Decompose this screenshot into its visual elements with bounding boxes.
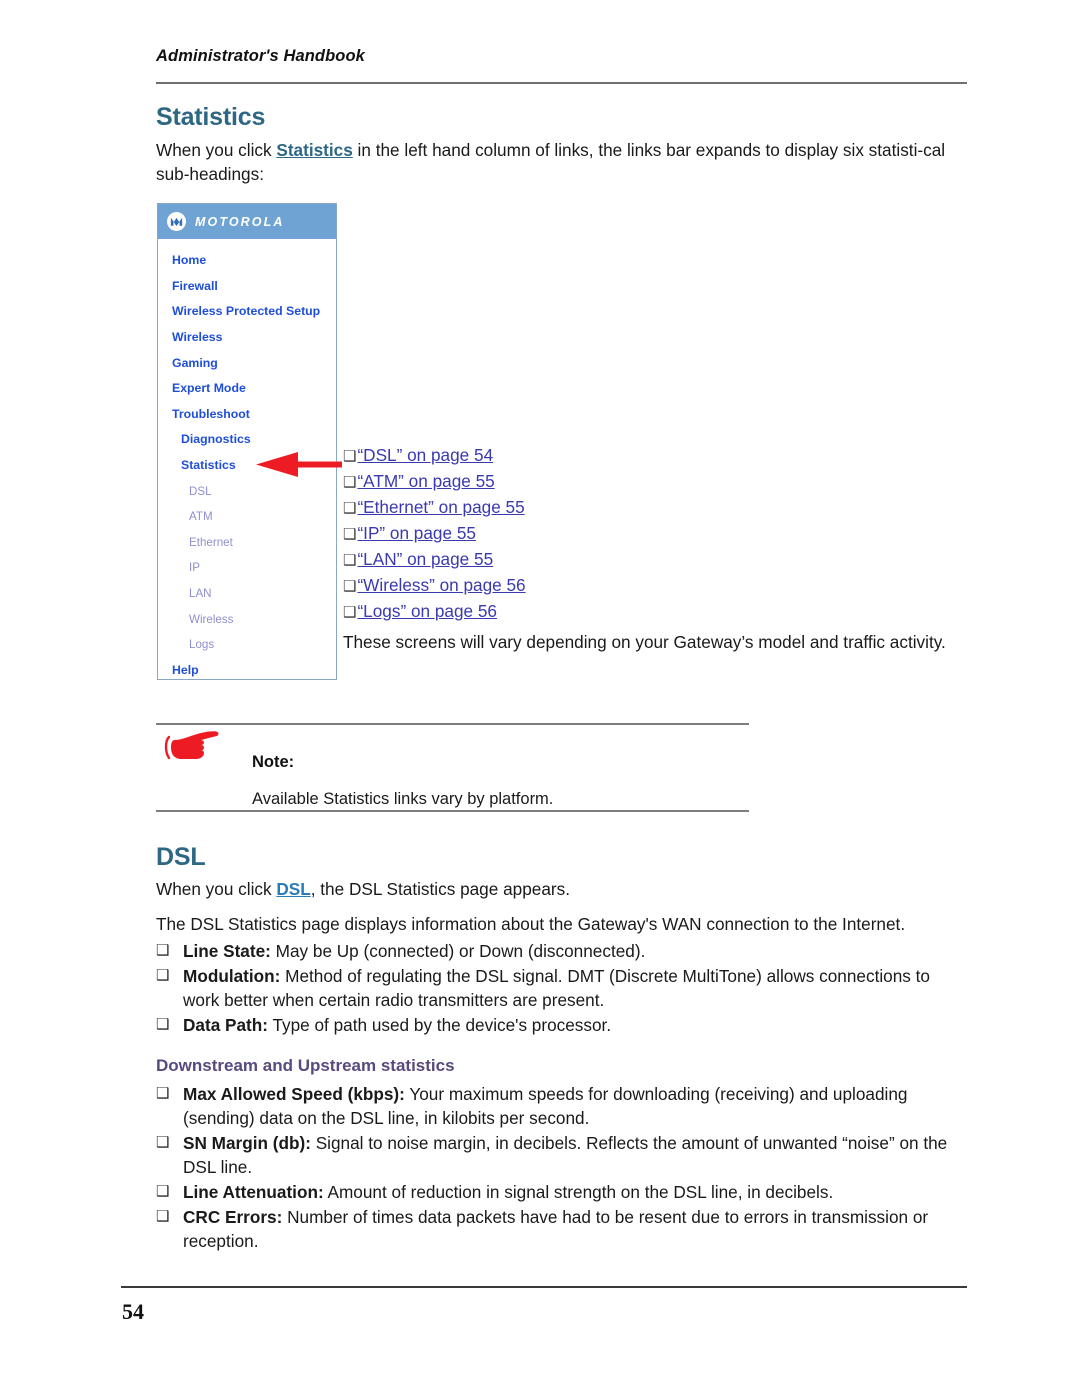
nav-item-home[interactable]: Home (158, 248, 336, 274)
bullet-item-data-path: ❑ Data Path: Type of path used by the dev… (156, 1013, 971, 1037)
bullet-term: Line State: (183, 941, 271, 961)
nav-item-expert-mode[interactable]: Expert Mode (158, 376, 336, 402)
dsl-para1-after: , the DSL Statistics page appears. (310, 879, 570, 899)
square-bullet-icon: ❑ (156, 967, 170, 984)
dsl-para1-before: When you click (156, 879, 277, 899)
nav-item-dsl[interactable]: DSL (158, 478, 336, 504)
square-bullet-icon: ❑ (156, 1016, 170, 1033)
bullet-term: Data Path: (183, 1015, 268, 1035)
downstream-upstream-bullet-list: ❑ Max Allowed Speed (kbps): Your maximum … (156, 1082, 971, 1254)
nav-item-atm[interactable]: ATM (158, 504, 336, 530)
square-bullet-icon: ❑ (156, 942, 170, 959)
square-bullet-icon: ❑ (343, 604, 357, 621)
bullet-item-line-state: ❑ Line State: May be Up (connected) or Do… (156, 939, 971, 963)
xref-item[interactable]: ❑“IP” on page 55 (343, 521, 526, 547)
square-bullet-icon: ❑ (343, 552, 357, 569)
nav-item-wireless[interactable]: Wireless (158, 325, 336, 351)
square-bullet-icon: ❑ (156, 1134, 170, 1151)
square-bullet-icon: ❑ (343, 448, 357, 465)
nav-item-wireless-stats[interactable]: Wireless (158, 606, 336, 632)
xref-link-logs[interactable]: “Logs” on page 56 (357, 601, 497, 621)
note-body-text: Available Statistics links vary by platf… (252, 790, 554, 808)
xref-link-wireless[interactable]: “Wireless” on page 56 (357, 575, 525, 595)
nav-item-logs[interactable]: Logs (158, 632, 336, 658)
bullet-text: May be Up (connected) or Down (disconnec… (270, 941, 646, 961)
document-page: Administrator's Handbook Statistics When… (0, 0, 1080, 1397)
statistics-inline-link[interactable]: Statistics (276, 140, 352, 160)
nav-item-troubleshoot[interactable]: Troubleshoot (158, 402, 336, 428)
subsection-heading-downstream-upstream: Downstream and Upstream statistics (156, 1056, 455, 1075)
xref-link-ethernet[interactable]: “Ethernet” on page 55 (357, 497, 524, 517)
dsl-bullet-list: ❑ Line State: May be Up (connected) or Do… (156, 939, 971, 1038)
dsl-paragraph-1: When you click DSL, the DSL Statistics p… (156, 877, 971, 901)
dsl-inline-link[interactable]: DSL (276, 879, 310, 899)
bullet-term: Modulation: (183, 966, 281, 986)
bullet-item-sn-margin: ❑ SN Margin (db): Signal to noise margin,… (156, 1131, 971, 1179)
bullet-text: Type of path used by the device's proces… (268, 1015, 612, 1035)
bullet-item-line-attenuation: ❑ Line Attenuation: Amount of reduction i… (156, 1180, 971, 1204)
xref-link-dsl[interactable]: “DSL” on page 54 (357, 445, 493, 465)
xref-link-atm[interactable]: “ATM” on page 55 (357, 471, 494, 491)
square-bullet-icon: ❑ (343, 526, 357, 543)
dsl-paragraph-2: The DSL Statistics page displays informa… (156, 914, 906, 934)
xref-item[interactable]: ❑“Ethernet” on page 55 (343, 495, 526, 521)
nav-item-ethernet[interactable]: Ethernet (158, 530, 336, 556)
note-divider-bottom (156, 810, 749, 812)
xref-link-ip[interactable]: “IP” on page 55 (357, 523, 475, 543)
bullet-term: CRC Errors: (183, 1207, 283, 1227)
nav-item-diagnostics[interactable]: Diagnostics (158, 427, 336, 453)
nav-item-lan[interactable]: LAN (158, 581, 336, 607)
footer-divider (121, 1286, 967, 1288)
nav-item-firewall[interactable]: Firewall (158, 274, 336, 300)
bullet-item-modulation: ❑ Modulation: Method of regulating the DS… (156, 964, 971, 1012)
nav-item-wireless-protected-setup[interactable]: Wireless Protected Setup (158, 299, 336, 325)
bullet-text: Amount of reduction in signal strength o… (323, 1182, 834, 1202)
motorola-nav-panel-screenshot: MOTOROLA Home Firewall Wireless Protecte… (157, 203, 337, 680)
page-number: 54 (122, 1299, 144, 1324)
note-divider-top (156, 723, 749, 725)
statistics-closing-paragraph: These screens will vary depending on you… (343, 632, 946, 652)
xref-item[interactable]: ❑“DSL” on page 54 (343, 443, 526, 469)
bullet-term: Max Allowed Speed (kbps): (183, 1084, 405, 1104)
square-bullet-icon: ❑ (156, 1208, 170, 1225)
motorola-batwing-icon (167, 212, 186, 231)
red-annotation-arrow-icon (256, 452, 342, 478)
square-bullet-icon: ❑ (343, 474, 357, 491)
cross-reference-list: ❑“DSL” on page 54 ❑“ATM” on page 55 ❑“Et… (343, 443, 526, 625)
pointing-hand-icon (163, 728, 221, 764)
square-bullet-icon: ❑ (156, 1085, 170, 1102)
xref-item[interactable]: ❑“ATM” on page 55 (343, 469, 526, 495)
nav-item-ip[interactable]: IP (158, 555, 336, 581)
motorola-wordmark: MOTOROLA (195, 214, 285, 229)
bullet-item-max-allowed-speed: ❑ Max Allowed Speed (kbps): Your maximum … (156, 1082, 971, 1130)
square-bullet-icon: ❑ (343, 500, 357, 517)
nav-item-help[interactable]: Help (158, 658, 336, 684)
square-bullet-icon: ❑ (156, 1183, 170, 1200)
running-header: Administrator's Handbook (156, 47, 365, 65)
section-heading-statistics: Statistics (156, 103, 266, 131)
bullet-item-crc-errors: ❑ CRC Errors: Number of times data packet… (156, 1205, 971, 1253)
bullet-text: Method of regulating the DSL signal. DMT… (183, 966, 930, 1010)
xref-item[interactable]: ❑“Logs” on page 56 (343, 599, 526, 625)
bullet-term: Line Attenuation: (183, 1182, 324, 1202)
section-heading-dsl: DSL (156, 843, 206, 871)
xref-item[interactable]: ❑“LAN” on page 55 (343, 547, 526, 573)
motorola-logo-bar: MOTOROLA (158, 204, 336, 239)
square-bullet-icon: ❑ (343, 578, 357, 595)
bullet-text: Number of times data packets have had to… (183, 1207, 929, 1251)
statistics-intro-paragraph: When you click Statistics in the left ha… (156, 138, 971, 186)
note-label: Note: (252, 753, 295, 771)
xref-item[interactable]: ❑“Wireless” on page 56 (343, 573, 526, 599)
nav-item-gaming[interactable]: Gaming (158, 350, 336, 376)
header-divider (156, 82, 967, 84)
xref-link-lan[interactable]: “LAN” on page 55 (357, 549, 493, 569)
bullet-term: SN Margin (db): (183, 1133, 311, 1153)
intro-text-before: When you click (156, 140, 277, 160)
